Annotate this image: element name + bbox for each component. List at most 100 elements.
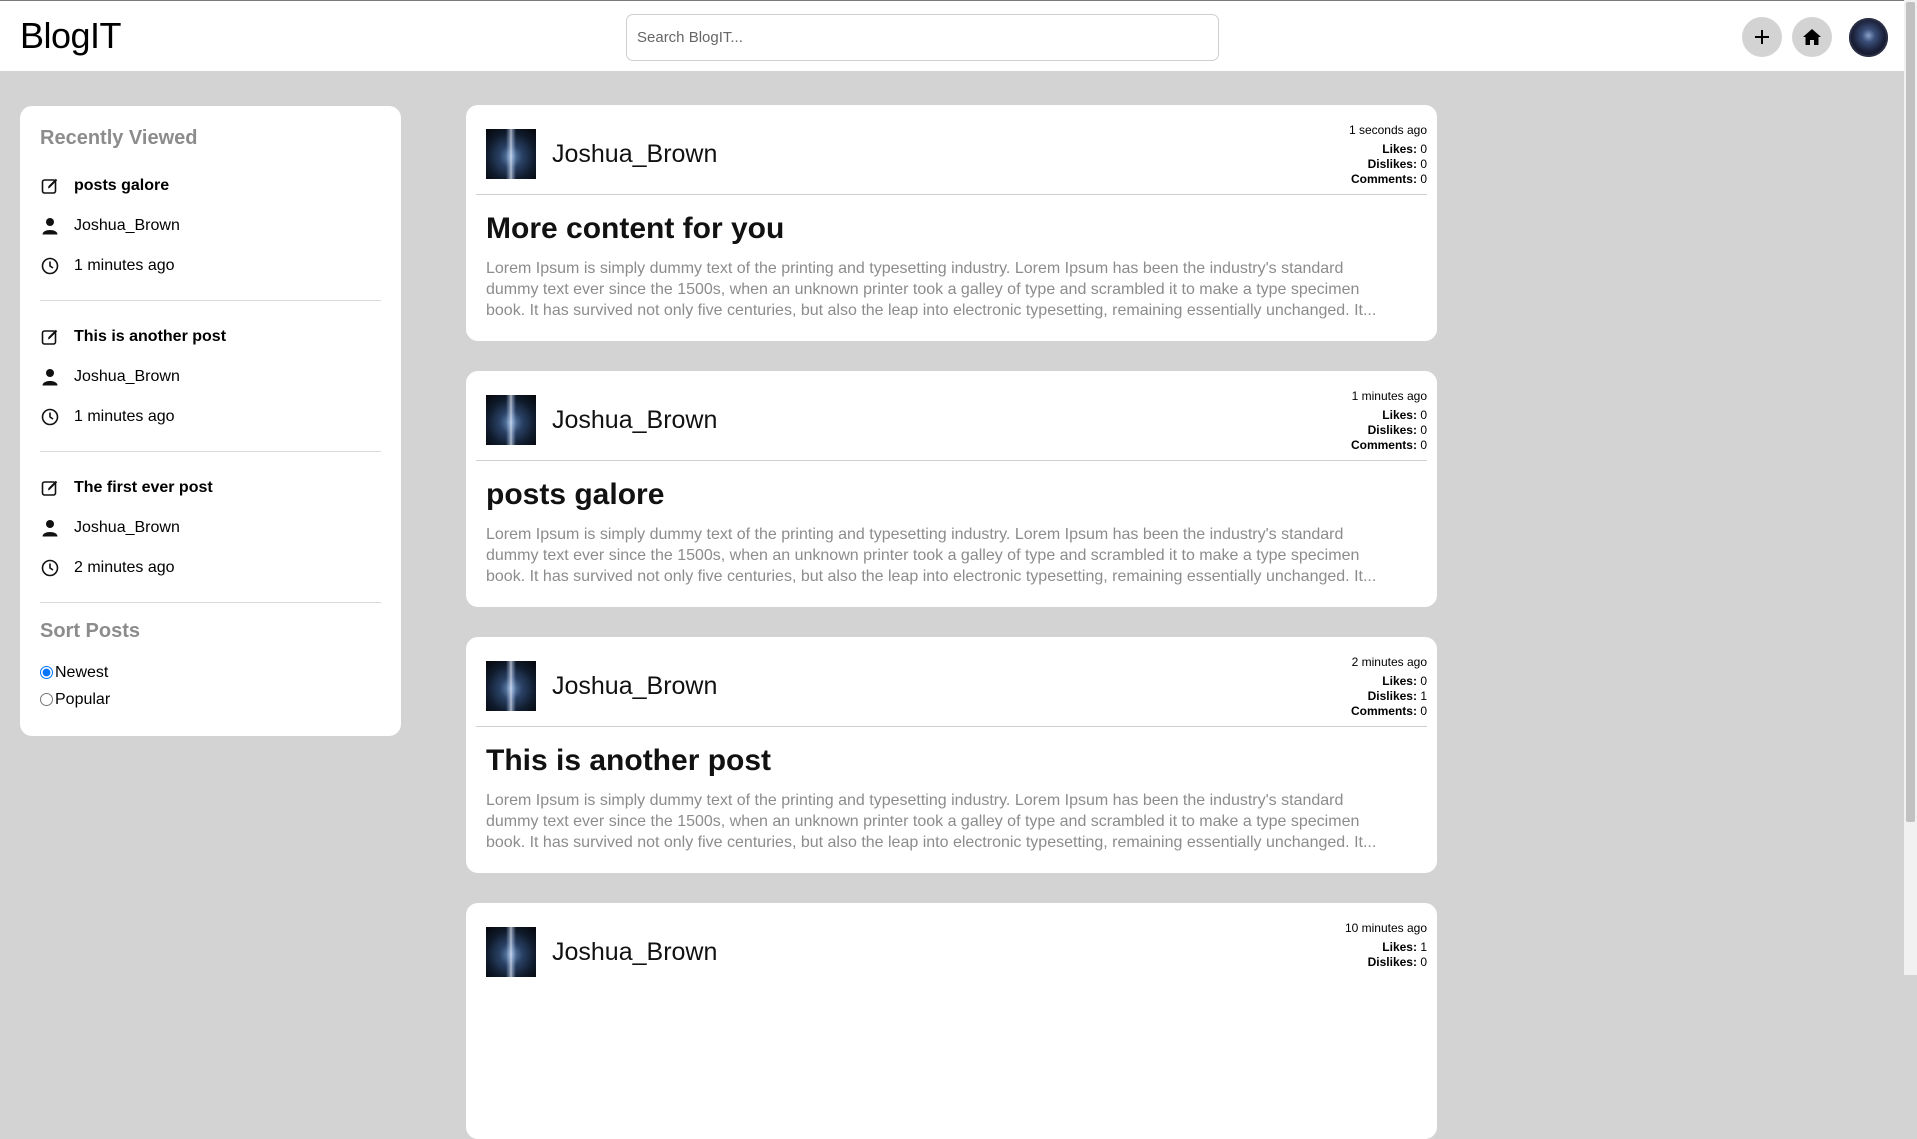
post-stats: 1 seconds ago Likes: 0 Dislikes: 0 Comme…: [1349, 123, 1427, 187]
divider: [476, 460, 1427, 461]
recent-author-text: Joshua_Brown: [74, 368, 180, 385]
post-author-row[interactable]: Joshua_Brown: [486, 661, 717, 711]
sidebar: Recently Viewed posts galore Joshua_Brow…: [20, 106, 401, 736]
post-author-row[interactable]: Joshua_Brown: [486, 395, 717, 445]
post-time: 1 minutes ago: [1351, 389, 1427, 403]
sort-posts-heading: Sort Posts: [40, 620, 141, 642]
author-avatar: [486, 661, 536, 711]
divider: [476, 726, 1427, 727]
edit-icon: [40, 478, 60, 498]
dislikes-count: 0: [1420, 157, 1427, 171]
post-title[interactable]: This is another post: [486, 743, 771, 779]
recent-item-author: Joshua_Brown: [40, 206, 381, 246]
dislikes-stat: Dislikes: 0: [1345, 955, 1427, 970]
profile-avatar[interactable]: [1849, 18, 1888, 57]
dislikes-count: 0: [1420, 423, 1427, 437]
dislikes-label: Dislikes:: [1367, 157, 1417, 171]
recent-item-time: 1 minutes ago: [40, 246, 381, 286]
recent-item[interactable]: The first ever post Joshua_Brown 2 minut…: [40, 468, 381, 588]
dislikes-stat: Dislikes: 1: [1351, 689, 1427, 704]
post-card[interactable]: Joshua_Brown 10 minutes ago Likes: 1 Dis…: [466, 903, 1437, 1139]
dislikes-label: Dislikes:: [1367, 423, 1417, 437]
recent-time-text: 2 minutes ago: [74, 559, 175, 576]
edit-icon: [40, 176, 60, 196]
recent-title-text: posts galore: [74, 177, 170, 194]
edit-icon: [40, 327, 60, 347]
post-author[interactable]: Joshua_Brown: [552, 938, 717, 967]
likes-label: Likes:: [1382, 142, 1417, 156]
user-icon: [40, 367, 60, 387]
recent-item-title[interactable]: This is another post: [40, 317, 381, 357]
author-avatar: [486, 395, 536, 445]
recent-title-text: The first ever post: [74, 479, 213, 496]
likes-label: Likes:: [1382, 940, 1417, 954]
recent-item[interactable]: This is another post Joshua_Brown 1 minu…: [40, 317, 381, 437]
recent-author-text: Joshua_Brown: [74, 217, 180, 234]
comments-stat: Comments: 0: [1349, 172, 1427, 187]
scrollbar-thumb[interactable]: [1906, 2, 1915, 822]
recent-author-text: Joshua_Brown: [74, 519, 180, 536]
brand-logo[interactable]: BlogIT: [20, 15, 122, 57]
search-input[interactable]: [626, 14, 1219, 61]
plus-icon: [1755, 30, 1769, 44]
comments-label: Comments:: [1350, 438, 1417, 452]
sort-popular-label: Popular: [55, 690, 111, 708]
post-time: 1 seconds ago: [1348, 123, 1427, 137]
dislikes-label: Dislikes:: [1367, 689, 1417, 703]
post-author[interactable]: Joshua_Brown: [552, 672, 717, 701]
dislikes-label: Dislikes:: [1367, 955, 1417, 969]
home-icon: [1803, 29, 1821, 45]
add-post-button[interactable]: [1742, 17, 1782, 57]
divider: [40, 300, 381, 301]
clock-icon: [40, 558, 60, 578]
likes-stat: Likes: 0: [1349, 142, 1427, 157]
sort-newest-label: Newest: [55, 663, 109, 681]
author-avatar: [486, 927, 536, 977]
likes-stat: Likes: 1: [1345, 940, 1427, 955]
post-card[interactable]: Joshua_Brown 2 minutes ago Likes: 0 Disl…: [466, 637, 1437, 873]
post-author-row[interactable]: Joshua_Brown: [486, 129, 717, 179]
comments-label: Comments:: [1350, 172, 1417, 186]
likes-count: 0: [1420, 674, 1427, 688]
sort-newest-option[interactable]: Newest: [40, 659, 381, 686]
divider: [476, 194, 1427, 195]
divider: [40, 451, 381, 452]
sort-newest-radio[interactable]: [40, 666, 53, 679]
post-stats: 2 minutes ago Likes: 0 Dislikes: 1 Comme…: [1351, 655, 1427, 719]
post-card[interactable]: Joshua_Brown 1 minutes ago Likes: 0 Disl…: [466, 371, 1437, 607]
user-icon: [40, 518, 60, 538]
recent-item[interactable]: posts galore Joshua_Brown 1 minutes ago: [40, 166, 381, 286]
recent-item-time: 1 minutes ago: [40, 397, 381, 437]
post-stats: 10 minutes ago Likes: 1 Dislikes: 0: [1345, 921, 1427, 970]
sort-popular-radio[interactable]: [40, 693, 53, 706]
post-author[interactable]: Joshua_Brown: [552, 140, 717, 169]
post-excerpt: Lorem Ipsum is simply dummy text of the …: [486, 792, 1377, 851]
post-stats: 1 minutes ago Likes: 0 Dislikes: 0 Comme…: [1351, 389, 1427, 453]
recent-time-text: 1 minutes ago: [74, 408, 175, 425]
post-time: 10 minutes ago: [1344, 921, 1427, 935]
divider: [40, 602, 381, 603]
comments-stat: Comments: 0: [1351, 438, 1427, 453]
comments-count: 0: [1420, 438, 1427, 452]
post-title[interactable]: posts galore: [486, 477, 664, 513]
likes-label: Likes:: [1382, 674, 1417, 688]
post-author-row[interactable]: Joshua_Brown: [486, 927, 717, 977]
post-card[interactable]: Joshua_Brown 1 seconds ago Likes: 0 Disl…: [466, 105, 1437, 341]
recent-item-author: Joshua_Brown: [40, 508, 381, 548]
dislikes-count: 1: [1420, 689, 1427, 703]
likes-stat: Likes: 0: [1351, 674, 1427, 689]
comments-count: 0: [1420, 704, 1427, 718]
likes-count: 1: [1420, 940, 1427, 954]
sort-popular-option[interactable]: Popular: [40, 686, 381, 713]
dislikes-count: 0: [1420, 955, 1427, 969]
comments-count: 0: [1420, 172, 1427, 186]
clock-icon: [40, 407, 60, 427]
post-time: 2 minutes ago: [1351, 655, 1427, 669]
home-button[interactable]: [1792, 17, 1832, 57]
post-author[interactable]: Joshua_Brown: [552, 406, 717, 435]
recent-time-text: 1 minutes ago: [74, 257, 175, 274]
likes-label: Likes:: [1382, 408, 1417, 422]
recent-item-title[interactable]: The first ever post: [40, 468, 381, 508]
recent-item-title[interactable]: posts galore: [40, 166, 381, 206]
post-title[interactable]: More content for you: [486, 211, 784, 247]
